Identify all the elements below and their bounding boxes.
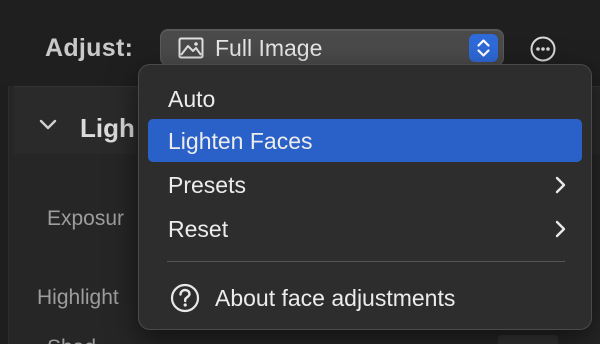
highlights-label: Highlight <box>37 286 119 309</box>
popup-stepper-icon <box>469 34 498 62</box>
adjust-scope-popup-button[interactable]: Full Image <box>160 29 504 66</box>
value-field[interactable] <box>498 335 558 344</box>
about-face-adjustments-link[interactable]: About face adjustments <box>215 285 455 312</box>
menu-item-reset[interactable]: Reset <box>148 207 582 250</box>
exposure-label: Exposur <box>47 207 125 230</box>
menu-item-lighten-faces[interactable]: Lighten Faces <box>148 119 582 162</box>
section-title: Ligh <box>80 113 135 143</box>
ellipsis-circle-icon[interactable] <box>530 36 556 62</box>
menu-item-label: Auto <box>168 86 216 112</box>
chevron-down-icon[interactable] <box>39 118 57 137</box>
adjust-scope-value: Full Image <box>215 35 323 61</box>
menu-item-presets[interactable]: Presets <box>148 163 582 206</box>
photo-editor-window: Adjust: Full Image Ligh Exposur Highligh… <box>0 0 600 344</box>
adjust-scope-menu: Auto Lighten Faces Presets Reset About f… <box>138 64 592 330</box>
menu-item-label: Lighten Faces <box>168 128 313 154</box>
image-icon <box>178 37 204 59</box>
shadows-label: Shad <box>47 336 96 344</box>
question-circle-icon[interactable] <box>170 283 200 313</box>
menu-item-label: Presets <box>168 172 246 198</box>
menu-separator <box>167 261 565 262</box>
menu-item-label: Reset <box>168 216 229 242</box>
adjust-label: Adjust: <box>45 34 134 62</box>
chevron-right-icon <box>554 176 566 199</box>
chevron-right-icon <box>554 220 566 243</box>
menu-item-auto[interactable]: Auto <box>148 77 582 120</box>
